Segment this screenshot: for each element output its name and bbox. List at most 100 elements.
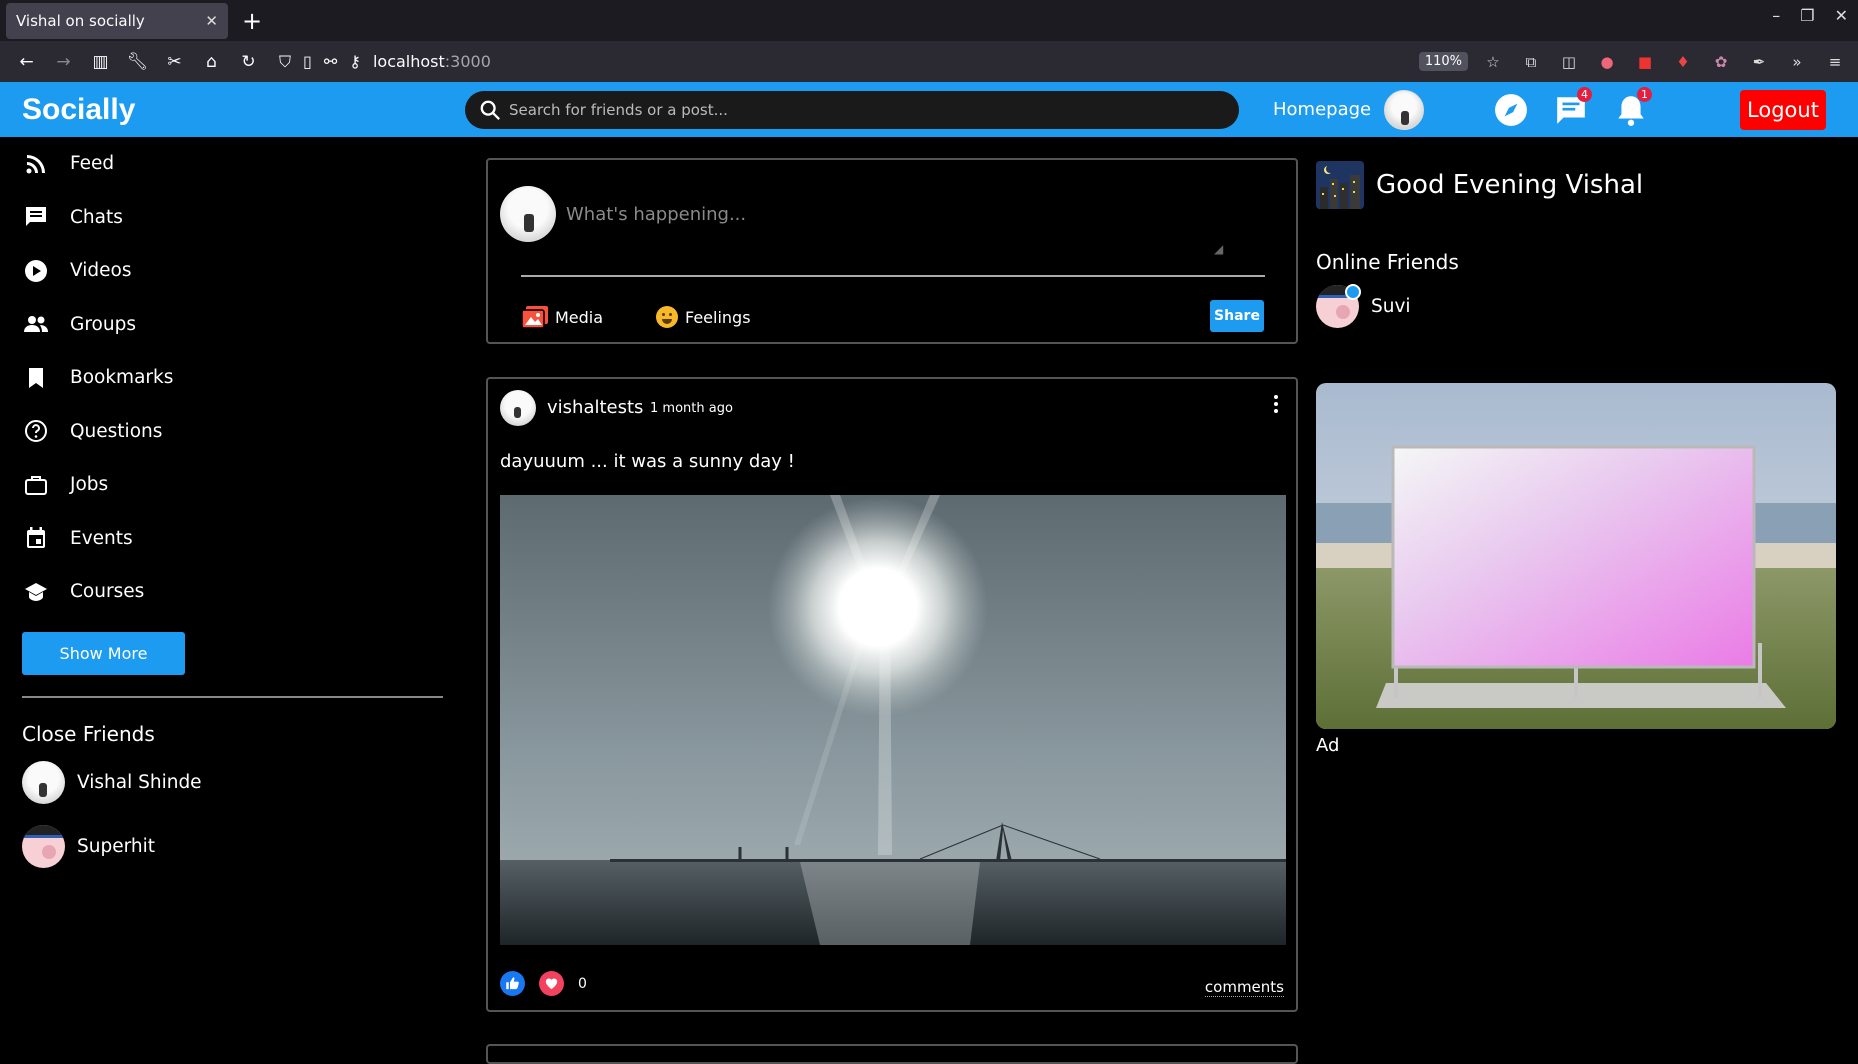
sidebar-item-label: Courses (70, 581, 145, 603)
post-username[interactable]: vishaltests (547, 397, 643, 418)
friend-name: Superhit (77, 836, 155, 857)
screenshot-icon[interactable]: ✂ (156, 46, 193, 78)
sidebar-item-label: Bookmarks (70, 367, 174, 389)
extension-c-icon[interactable]: ♦ (1672, 51, 1694, 73)
logout-button[interactable]: Logout (1740, 90, 1826, 130)
tab-close-icon[interactable]: ✕ (205, 12, 218, 30)
extensions-bar: ☆ ⧉ ◫ ● ■ ♦ ✿ ✒ » ≡ (1482, 51, 1846, 73)
zoom-level[interactable]: 110% (1418, 52, 1468, 71)
minimize-icon[interactable]: – (1772, 6, 1780, 25)
post-timestamp: 1 month ago (650, 401, 733, 416)
extension-e-icon[interactable]: ✒ (1748, 51, 1770, 73)
like-count: 0 (578, 975, 587, 992)
sidebar-item-label: Videos (70, 260, 132, 282)
new-tab-icon[interactable]: + (236, 5, 268, 37)
tab-title: Vishal on socially (16, 12, 145, 30)
page-icon: ▯ (303, 52, 312, 71)
sidebar-item-questions[interactable]: Questions (22, 405, 442, 459)
resize-handle-icon[interactable]: ◢ (1214, 242, 1223, 256)
heart-icon[interactable] (539, 971, 564, 996)
window-close-icon[interactable]: ✕ (1835, 6, 1848, 25)
comments-link[interactable]: comments (1204, 978, 1284, 997)
online-friend-item[interactable]: Suvi (1316, 284, 1411, 328)
sidebar-item-videos[interactable]: Videos (22, 244, 442, 298)
restore-icon[interactable]: ❐ (1800, 6, 1814, 25)
pocket-icon[interactable]: ◫ (1558, 51, 1580, 73)
show-more-button[interactable]: Show More (22, 631, 185, 675)
more-options-icon[interactable] (1274, 395, 1278, 413)
friend-avatar (22, 761, 65, 804)
search-bar[interactable] (465, 91, 1239, 129)
url-port: :3000 (444, 52, 491, 71)
briefcase-icon (22, 471, 50, 499)
sidebar-icon[interactable]: ▥ (82, 46, 119, 78)
reload-icon[interactable]: ↻ (230, 46, 267, 78)
help-circle-icon (22, 417, 50, 445)
forward-icon[interactable]: → (45, 46, 82, 78)
media-label: Media (555, 307, 604, 327)
sidebar-item-label: Chats (70, 206, 123, 228)
homepage-link[interactable]: Homepage (1273, 99, 1371, 120)
extension-b-icon[interactable]: ■ (1634, 51, 1656, 73)
extensions-icon[interactable]: ⧉ (1520, 51, 1542, 73)
like-icon[interactable] (500, 971, 525, 996)
night-city-icon (1316, 161, 1364, 209)
composer-input[interactable] (566, 204, 1266, 254)
sidebar-item-feed[interactable]: Feed (22, 137, 442, 191)
url-host: localhost (372, 52, 445, 71)
sidebar-item-bookmarks[interactable]: Bookmarks (22, 351, 442, 405)
share-button[interactable]: Share (1210, 300, 1264, 332)
sidebar-item-label: Questions (70, 420, 163, 442)
school-icon (22, 578, 50, 606)
wrench-icon[interactable]: 🔧︎ (119, 46, 156, 78)
key-icon[interactable]: ⚷ (349, 52, 361, 71)
shield-icon[interactable]: ⛉ (279, 52, 291, 72)
browser-tab[interactable]: Vishal on socially ✕ (6, 3, 228, 39)
search-input[interactable] (509, 101, 1209, 119)
close-friend-item[interactable]: Vishal Shinde (22, 758, 442, 808)
browser-navbar: ← → ▥ 🔧︎ ✂ ⌂ ↻ ⛉ ▯ ⚯ ⚷ localhost:3000 11… (0, 41, 1858, 82)
home-icon[interactable]: ⌂ (193, 46, 230, 78)
messages-badge: 4 (1577, 87, 1592, 102)
friend-avatar (22, 825, 65, 868)
sidebar-divider (22, 695, 443, 698)
overflow-icon[interactable]: » (1786, 51, 1808, 73)
sidebar-item-groups[interactable]: Groups (22, 298, 442, 352)
left-sidebar: Feed Chats Videos Groups Bookmarks Quest… (22, 137, 443, 872)
messages-icon[interactable]: 4 (1553, 87, 1592, 128)
ad-image[interactable] (1316, 383, 1836, 729)
sidebar-item-courses[interactable]: Courses (22, 565, 442, 619)
explore-icon[interactable] (1493, 92, 1529, 128)
composer-avatar (500, 186, 556, 242)
friend-name: Vishal Shinde (77, 772, 202, 793)
post-photo[interactable] (500, 495, 1286, 945)
photo-icon (521, 305, 549, 329)
profile-avatar[interactable] (1384, 90, 1424, 130)
online-friend-avatar (1316, 284, 1361, 328)
url-bar[interactable]: ⛉ ▯ ⚯ ⚷ localhost:3000 (279, 52, 1419, 72)
post-author-avatar[interactable] (500, 390, 536, 426)
sidebar-item-jobs[interactable]: Jobs (22, 458, 442, 512)
extension-a-icon[interactable]: ● (1596, 51, 1618, 73)
sidebar-item-chats[interactable]: Chats (22, 191, 442, 245)
media-option[interactable]: Media (521, 305, 603, 329)
sidebar-item-label: Groups (70, 313, 136, 335)
bookmark-icon (22, 364, 50, 392)
online-friend-name: Suvi (1371, 296, 1411, 317)
permissions-icon[interactable]: ⚯ (324, 52, 337, 71)
back-icon[interactable]: ← (8, 46, 45, 78)
notifications-icon[interactable]: 1 (1613, 87, 1652, 128)
sidebar-item-events[interactable]: Events (22, 512, 442, 566)
close-friend-item[interactable]: Superhit (22, 822, 442, 872)
post-composer: ◢ Media Feelings Share (486, 158, 1298, 344)
play-circle-icon (22, 257, 50, 285)
online-status-dot (1345, 284, 1361, 300)
menu-icon[interactable]: ≡ (1824, 51, 1846, 73)
app-logo[interactable]: Socially (22, 93, 135, 127)
window-controls: – ❐ ✕ (1772, 6, 1848, 25)
feelings-option[interactable]: Feelings (655, 305, 751, 329)
bookmark-star-icon[interactable]: ☆ (1482, 51, 1504, 73)
extension-d-icon[interactable]: ✿ (1710, 51, 1732, 73)
composer-divider (521, 275, 1265, 277)
browser-tabbar: Vishal on socially ✕ + – ❐ ✕ (0, 0, 1858, 41)
